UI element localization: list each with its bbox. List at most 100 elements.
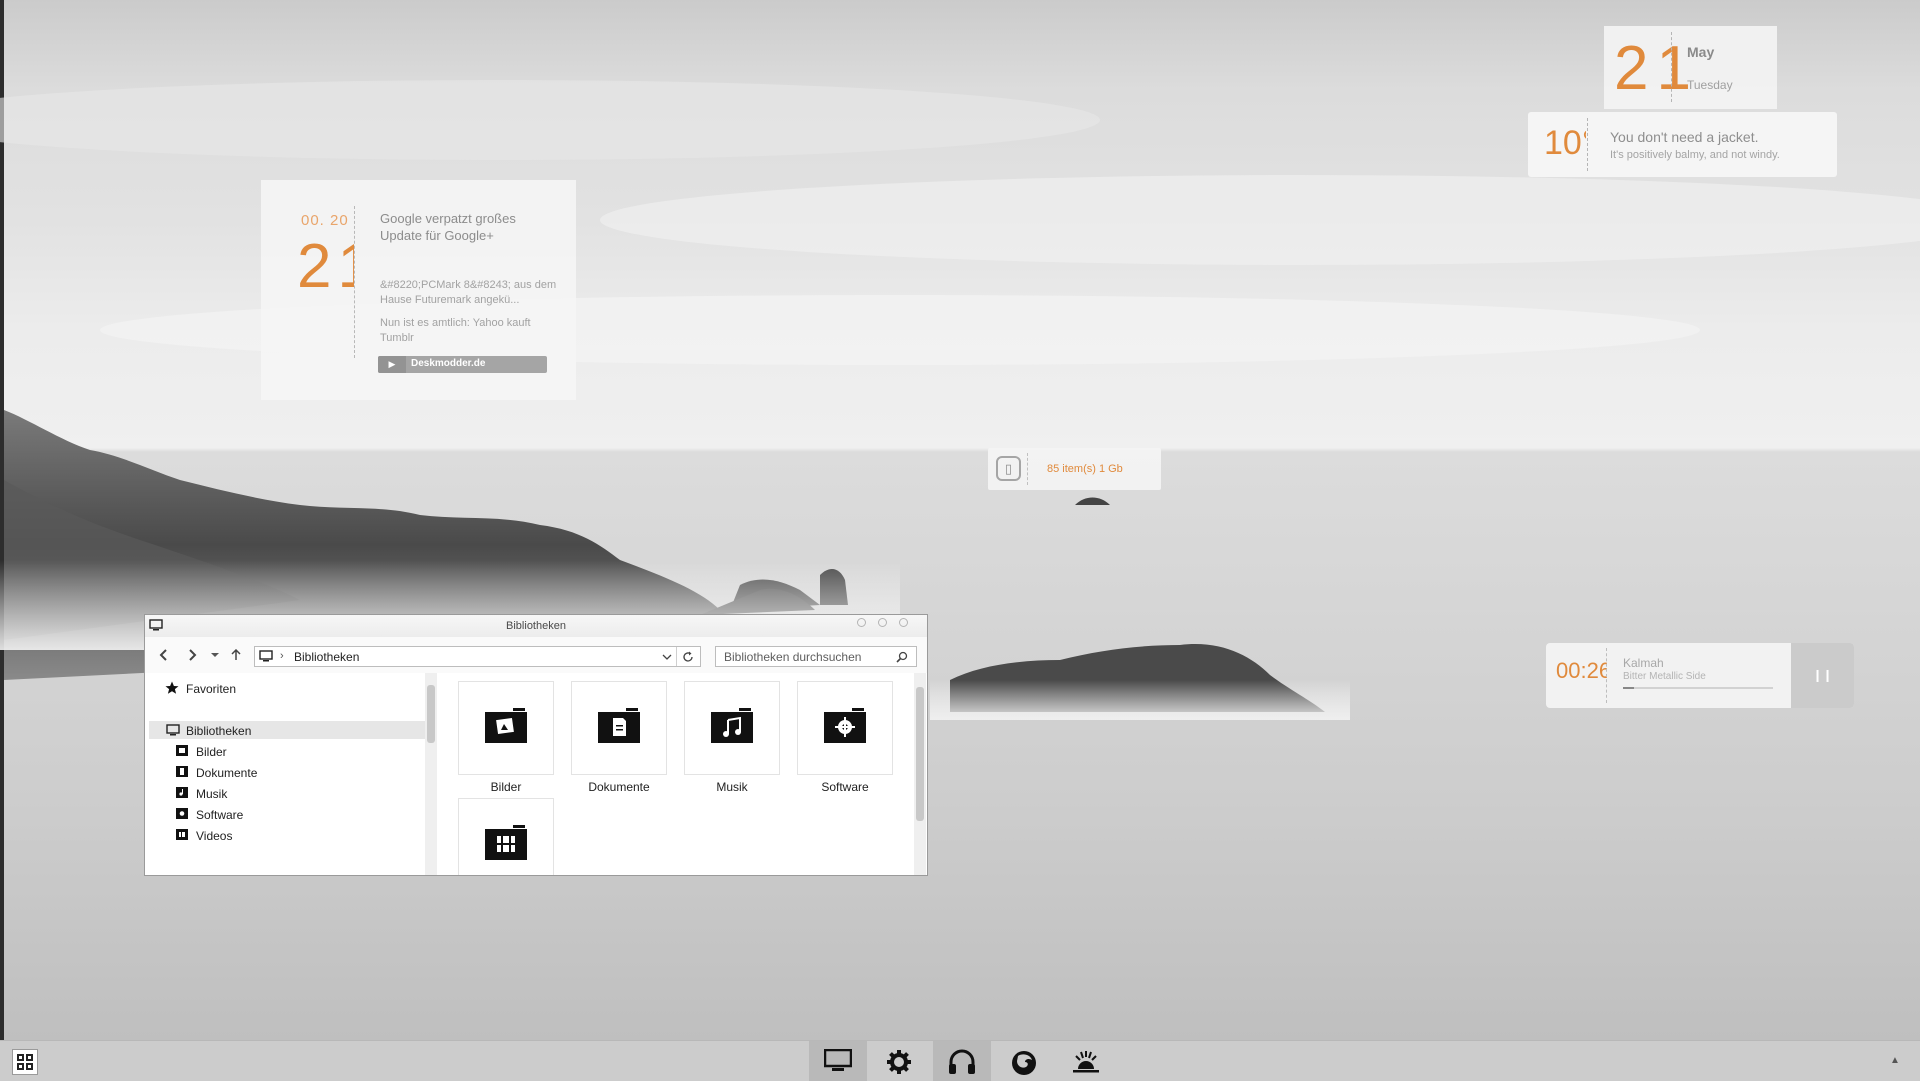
start-grid-icon: [17, 1054, 24, 1061]
monitor-icon: [824, 1049, 852, 1071]
documents-folder-icon: [598, 708, 640, 743]
play-icon[interactable]: ▶: [378, 356, 406, 373]
chevron-down-icon: [211, 653, 219, 657]
pause-button[interactable]: ❙❙: [1791, 643, 1854, 708]
navigation-pane: Favoriten Bibliotheken Bilder Dokumente …: [145, 673, 425, 875]
sidebar-item-software[interactable]: Software: [196, 808, 243, 822]
library-tile-label[interactable]: Musik: [684, 780, 780, 794]
arrow-left-icon: [159, 649, 167, 661]
address-divider: [676, 647, 677, 666]
news-item[interactable]: Nun ist es amtlich: Yahoo kauft Tumblr: [380, 316, 560, 346]
news-widget: 00. 20 21 Google verpatzt großes Update …: [261, 180, 576, 400]
news-source-label: Deskmodder.de: [411, 358, 486, 369]
music-elapsed-time: 00:26: [1556, 658, 1607, 683]
weather-description: It's positively balmy, and not windy.: [1610, 149, 1780, 161]
software-folder-icon: [176, 808, 188, 819]
pictures-folder-icon: [176, 745, 188, 756]
weather-divider: [1587, 118, 1588, 171]
library-tile-label[interactable]: Bilder: [458, 780, 554, 794]
sidebar-item-videos[interactable]: Videos: [196, 829, 232, 843]
chevron-down-icon[interactable]: [662, 652, 672, 662]
start-grid-icon: [26, 1054, 33, 1061]
news-date: 00. 20: [301, 212, 349, 229]
computer-icon: [259, 650, 273, 662]
pictures-folder-icon: [485, 708, 527, 743]
music-folder-icon: [176, 787, 188, 798]
sidebar-item-musik[interactable]: Musik: [196, 787, 227, 801]
sidebar-item-favorites[interactable]: Favoriten: [186, 682, 236, 696]
music-artist: Kalmah: [1623, 656, 1664, 670]
content-pane: Bilder Dokumente Musik Software: [442, 673, 910, 875]
library-tile-musik[interactable]: [684, 681, 780, 775]
navigation-bar: › Bibliotheken: [145, 637, 927, 673]
close-button[interactable]: [899, 618, 908, 627]
sidebar-item-bilder[interactable]: Bilder: [196, 745, 227, 759]
firefox-icon: [1012, 1051, 1036, 1075]
arrow-right-icon: [189, 649, 197, 661]
content-pane-scroll-thumb[interactable]: [916, 687, 924, 821]
calendar-divider: [1671, 32, 1672, 102]
calendar-month: May: [1687, 44, 1715, 60]
recycle-bin-widget[interactable]: ▯ 85 item(s) 1 Gb: [988, 448, 1161, 490]
calendar-weekday: Tuesday: [1687, 78, 1733, 92]
start-grid-icon: [17, 1063, 24, 1070]
navigation-pane-scroll-thumb[interactable]: [427, 685, 435, 743]
taskbar: ▲: [0, 1040, 1920, 1081]
music-progress-bar[interactable]: [1623, 687, 1773, 689]
sunrise-icon: [1073, 1051, 1099, 1073]
music-folder-icon: [711, 708, 753, 743]
address-bar[interactable]: › Bibliotheken: [254, 646, 701, 667]
recent-locations-button[interactable]: [208, 649, 222, 663]
search-box[interactable]: [715, 646, 917, 667]
library-tile-label[interactable]: Software: [797, 780, 893, 794]
content-pane-scrollbar[interactable]: [914, 673, 926, 875]
music-divider: [1606, 648, 1607, 703]
window-titlebar[interactable]: Bibliotheken: [145, 615, 927, 637]
taskbar-item-sunrise[interactable]: [1057, 1041, 1115, 1081]
search-icon[interactable]: [896, 651, 908, 663]
library-tile-dokumente[interactable]: [571, 681, 667, 775]
videos-folder-icon: [176, 829, 188, 840]
start-button[interactable]: [12, 1049, 38, 1075]
calendar-widget: 21 May Tuesday: [1604, 26, 1777, 109]
taskbar-item-music[interactable]: [933, 1041, 991, 1081]
library-tile-label[interactable]: Dokumente: [571, 780, 667, 794]
address-text: Bibliotheken: [294, 650, 360, 664]
library-tile-bilder[interactable]: [458, 681, 554, 775]
maximize-button[interactable]: [878, 618, 887, 627]
back-button[interactable]: [157, 649, 171, 663]
taskbar-item-settings[interactable]: [871, 1041, 929, 1081]
documents-folder-icon: [176, 766, 188, 777]
star-icon: [165, 681, 179, 694]
library-tile-videos[interactable]: [458, 798, 554, 875]
computer-icon: [166, 724, 180, 736]
search-input[interactable]: [716, 647, 891, 666]
explorer-window: Bibliotheken › Bibliotheken Bibliotheken…: [144, 614, 928, 876]
up-button[interactable]: [229, 648, 243, 663]
library-tile-software[interactable]: [797, 681, 893, 775]
weather-title: You don't need a jacket.: [1610, 129, 1759, 145]
trash-icon[interactable]: ▯: [996, 456, 1021, 481]
arrow-up-icon: [231, 648, 241, 660]
breadcrumb-separator-icon: ›: [280, 650, 284, 662]
headphones-icon: [949, 1049, 975, 1074]
minimize-button[interactable]: [857, 618, 866, 627]
news-item[interactable]: &#8220;PCMark 8&#8243; aus dem Hause Fut…: [380, 278, 560, 308]
taskbar-item-explorer[interactable]: [809, 1041, 867, 1081]
navigation-pane-scrollbar[interactable]: [425, 673, 437, 875]
news-divider: [354, 206, 355, 358]
start-grid-icon: [26, 1063, 33, 1070]
pause-icon: ❙❙: [1812, 668, 1833, 682]
sidebar-item-bibliotheken[interactable]: Bibliotheken: [186, 724, 251, 738]
music-track: Bitter Metallic Side: [1623, 671, 1706, 682]
weather-widget: 10° You don't need a jacket. It's positi…: [1528, 112, 1837, 177]
refresh-icon[interactable]: [682, 651, 694, 663]
news-source-bar[interactable]: ▶ Deskmodder.de: [378, 356, 547, 373]
music-player-widget: 00:26 Kalmah Bitter Metallic Side ❙❙: [1546, 643, 1854, 708]
news-headline[interactable]: Google verpatzt großes Update für Google…: [380, 210, 560, 244]
tray-expand-icon[interactable]: ▲: [1890, 1055, 1900, 1066]
sidebar-item-dokumente[interactable]: Dokumente: [196, 766, 257, 780]
window-title: Bibliotheken: [506, 620, 566, 632]
forward-button[interactable]: [185, 649, 199, 663]
taskbar-item-firefox[interactable]: [995, 1041, 1053, 1081]
